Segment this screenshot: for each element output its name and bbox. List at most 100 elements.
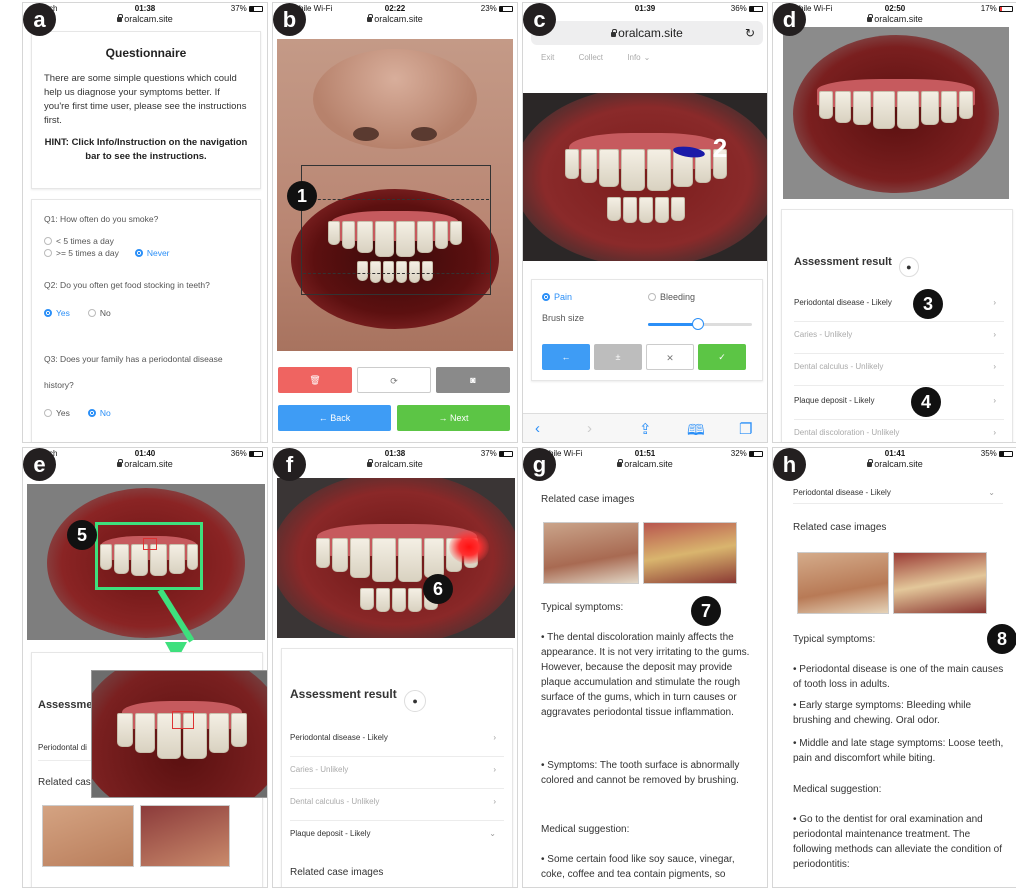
result-row-periodontal[interactable]: Periodontal disease - Likely ⌄ — [793, 488, 1003, 504]
panel-a: ch 01:38 37% oralcam.site Questionnaire … — [22, 2, 268, 443]
panel-label-c: c — [523, 3, 556, 36]
intro-text: There are some simple questions which co… — [44, 73, 247, 126]
result-row-periodontal[interactable]: Periodontal disease - Likely › — [794, 298, 1004, 322]
chevron-right-icon: › — [993, 396, 996, 405]
url-bar[interactable]: oralcam.site — [273, 459, 517, 469]
refresh-icon: ⟳ — [390, 376, 398, 386]
status-bar: 01:41 35% — [773, 448, 1016, 459]
capture-button[interactable]: ◙ — [436, 367, 510, 393]
medical-title: Medical suggestion: — [793, 784, 882, 795]
tabs-icon[interactable]: ❐ — [739, 420, 752, 438]
bleeding-radio[interactable] — [648, 293, 656, 301]
brush-size-slider[interactable] — [648, 318, 752, 330]
case-image-2[interactable] — [643, 522, 737, 584]
q2-radio-yes[interactable] — [44, 309, 52, 317]
undo-button[interactable]: ← — [542, 344, 590, 370]
page-title: Questionnaire — [105, 46, 187, 60]
suggestion-paragraph-1: • Go to the dentist for oral examination… — [793, 814, 1003, 870]
chevron-left-icon[interactable]: ‹ — [535, 420, 540, 437]
related-title: Related cas — [38, 777, 91, 788]
pain-heatmap-spot — [449, 530, 489, 564]
result-row-plaque[interactable]: Plaque deposit - Likely › — [794, 396, 1004, 420]
medical-title: Medical suggestion: — [541, 824, 630, 835]
lock-icon — [867, 459, 874, 467]
nav-info[interactable]: Info — [627, 53, 640, 62]
retake-button[interactable]: ⟳ — [357, 367, 431, 393]
q1-radio-2[interactable] — [44, 249, 52, 257]
teeth-photo — [783, 27, 1009, 199]
slider-knob[interactable] — [691, 318, 704, 330]
result-row-caries[interactable]: Caries - Unlikely › — [794, 330, 1004, 354]
assessment-title: Assessment result ● — [794, 256, 919, 277]
next-button[interactable]: → Next — [397, 405, 510, 431]
url-bar[interactable]: oralcam.site — [773, 14, 1016, 24]
q1-radio-1[interactable] — [44, 237, 52, 245]
marker-2: 2 — [712, 133, 728, 163]
nav-exit[interactable]: Exit — [541, 53, 554, 62]
chevron-down-icon: ⌄ — [643, 53, 651, 62]
reload-icon[interactable]: ↻ — [745, 21, 755, 45]
url-bar[interactable]: oralcam.site — [23, 14, 267, 24]
result-row-plaque[interactable]: Plaque deposit - Likely ⌄ — [290, 829, 504, 853]
symptom-paragraph-3: • Middle and late stage symptoms: Loose … — [793, 738, 1004, 764]
case-image-1[interactable] — [543, 522, 639, 584]
panel-h: 01:41 35% oralcam.site Periodontal disea… — [772, 447, 1016, 888]
case-image-1[interactable] — [42, 805, 134, 867]
bleeding-label: Bleeding — [660, 292, 696, 302]
status-bar: 01:39 36% — [523, 3, 767, 14]
result-row-calculus[interactable]: Dental calculus - Unlikely › — [290, 797, 504, 821]
help-icon[interactable]: ● — [898, 257, 919, 277]
result-row-caries[interactable]: Caries - Unlikely › — [290, 765, 504, 789]
chevron-right-icon: › — [993, 362, 996, 371]
teeth-photo — [523, 93, 767, 261]
lock-icon — [117, 459, 124, 467]
clear-button[interactable]: ± — [594, 344, 642, 370]
lock-icon — [867, 14, 874, 22]
symptom-paragraph-1: • The dental discoloration mainly affect… — [541, 632, 750, 718]
url-bar[interactable]: oralcam.site — [773, 459, 1016, 469]
panel-f: 01:38 37% oralcam.site 6 Assessment resu… — [272, 447, 518, 888]
q1-radio-3[interactable] — [134, 249, 143, 257]
q3-radio-yes[interactable] — [44, 409, 52, 417]
help-icon[interactable]: ● — [404, 690, 427, 712]
share-icon[interactable]: ⇪ — [639, 420, 652, 438]
zoom-selection-frame[interactable] — [95, 522, 203, 590]
case-image-2[interactable] — [893, 552, 987, 614]
chevron-right-icon[interactable]: › — [587, 420, 592, 437]
pain-radio[interactable] — [542, 293, 550, 301]
result-row-discoloration[interactable]: Dental discoloration - Unlikely › — [794, 428, 1004, 442]
confirm-button[interactable]: ✓ — [698, 344, 746, 370]
url-bar[interactable]: oralcam.site — [23, 459, 267, 469]
delete-button[interactable]: 🗑 — [278, 367, 352, 393]
case-image-2[interactable] — [140, 805, 230, 867]
browser-address-bar[interactable]: oralcam.site ↻ — [531, 21, 763, 45]
battery-indicator: 36% — [731, 4, 763, 13]
url-bar[interactable]: oralcam.site — [523, 459, 767, 469]
assessment-card: Assessment result ● Periodontal disease … — [281, 648, 513, 887]
camera-icon: ◙ — [470, 375, 476, 385]
panel-label-b: b — [273, 3, 306, 36]
chevron-right-icon: › — [993, 428, 996, 437]
url-bar[interactable]: oralcam.site — [273, 14, 517, 24]
panel-label-e: e — [23, 448, 56, 481]
marker-8: 8 — [987, 624, 1016, 654]
status-bar: ch 01:38 37% — [23, 3, 267, 14]
q3-radio-no[interactable] — [87, 409, 96, 417]
status-bar: ch 01:40 36% — [23, 448, 267, 459]
q1-option-2: >= 5 times a day — [56, 248, 119, 258]
question-3: Q3: Does your family has a periodontal d… — [44, 354, 223, 390]
case-image-1[interactable] — [797, 552, 889, 614]
nav-collect[interactable]: Collect — [579, 53, 603, 62]
panel-label-a: a — [23, 3, 56, 36]
book-icon[interactable]: 🕮 — [687, 420, 705, 442]
panel-c: 01:39 36% oralcam.site ↻ Exit Collect In… — [522, 2, 768, 443]
nostril-left — [353, 127, 379, 141]
cancel-button[interactable]: ✕ — [646, 344, 694, 370]
assessment-title: Assessment result ● — [290, 687, 427, 712]
q2-radio-no[interactable] — [87, 309, 96, 317]
result-row-periodontal[interactable]: Periodontal disease - Likely › — [290, 733, 504, 757]
symptom-paragraph-1: • Periodontal disease is one of the main… — [793, 664, 1004, 690]
back-button[interactable]: ← Back — [278, 405, 391, 431]
q2-no: No — [99, 308, 111, 318]
result-row-calculus[interactable]: Dental calculus - Unlikely › — [794, 362, 1004, 386]
